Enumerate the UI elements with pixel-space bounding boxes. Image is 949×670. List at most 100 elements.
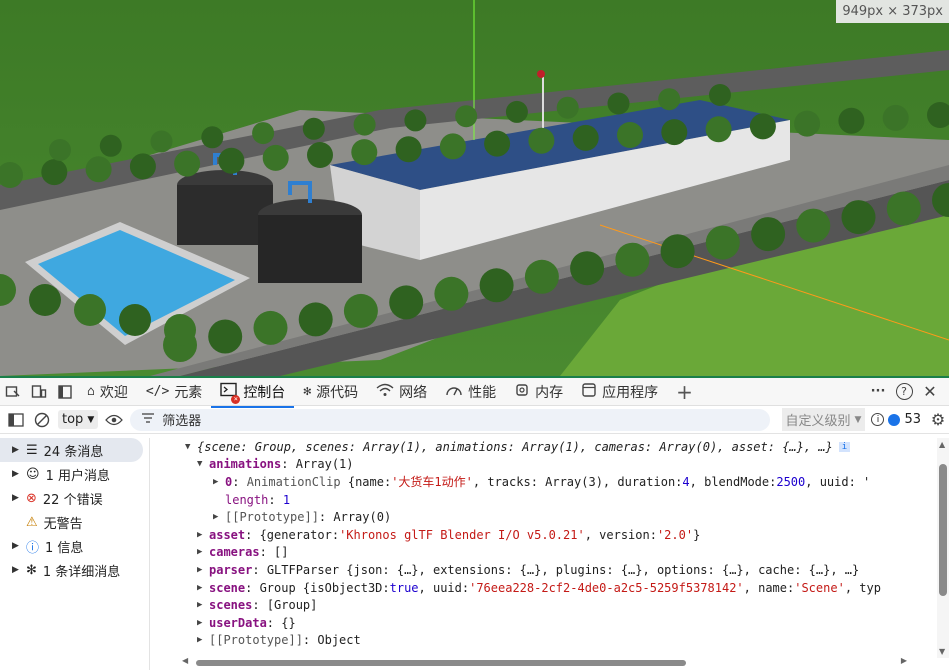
colon: :	[245, 580, 260, 595]
scroll-right-arrow-icon[interactable]: ▶	[901, 656, 907, 665]
tree	[29, 284, 61, 316]
add-tab-button[interactable]: +	[667, 377, 702, 407]
colon: :	[268, 492, 283, 507]
tab-memory[interactable]: 内存	[505, 377, 572, 407]
tab-elements[interactable]: </> 元素	[137, 377, 211, 407]
prop-asset[interactable]: ▶ asset: {generator: 'Khronos glTF Blend…	[151, 526, 937, 544]
tree	[838, 107, 865, 134]
vertical-scrollbar-thumb[interactable]	[939, 464, 947, 596]
help-icon-glyph: ?	[895, 383, 913, 400]
tab-performance[interactable]: 性能	[436, 377, 505, 407]
filter-placeholder: 筛选器	[162, 414, 202, 429]
scroll-left-arrow-icon[interactable]: ◀	[182, 656, 188, 665]
console-settings-gear-icon[interactable]: ⚙	[927, 407, 949, 433]
close-icon[interactable]: ✕	[917, 379, 943, 405]
tree	[882, 104, 909, 131]
list-icon: ☰	[26, 442, 38, 458]
expand-triangle-icon[interactable]: ▶	[213, 477, 225, 487]
scroll-up-arrow-icon[interactable]: ▲	[939, 440, 945, 449]
tab-welcome[interactable]: ⌂ 欢迎	[78, 377, 137, 407]
expand-triangle-icon[interactable]: ▶	[12, 541, 20, 551]
clear-console-icon[interactable]	[32, 407, 52, 433]
tab-sources[interactable]: ✻ 源代码	[294, 377, 367, 407]
colon: :	[266, 615, 282, 630]
tree	[253, 310, 288, 345]
prop-value: [Group]	[266, 598, 318, 613]
prop-key: scenes	[209, 598, 253, 613]
expand-triangle-icon[interactable]: ▶	[12, 445, 20, 455]
collapse-triangle-icon[interactable]: ▼	[197, 459, 209, 469]
log-object-summary[interactable]: ▼ {scene: Group, scenes: Array(1), anima…	[151, 438, 937, 456]
prop-key: userData	[209, 615, 267, 630]
prop-scene[interactable]: ▶ scene: Group {isObject3D: true, uuid: …	[151, 579, 937, 597]
prop-scenes[interactable]: ▶ scenes: [Group]	[151, 596, 937, 614]
tree	[455, 105, 478, 128]
sidebar-item-verbose[interactable]: ▶ ✻ 1 条详细消息	[0, 558, 149, 582]
show-sidebar-icon[interactable]	[6, 407, 26, 433]
3d-viewport[interactable]: 949px × 373px	[0, 0, 949, 376]
duration-number: 4	[682, 474, 690, 489]
sidebar-item-info[interactable]: ▶ ⓘ 1 信息	[0, 534, 149, 558]
prop-userdata[interactable]: ▶ userData: {}	[151, 614, 937, 632]
expand-triangle-icon[interactable]: ▶	[197, 565, 209, 575]
expand-triangle-icon[interactable]: ▶	[213, 512, 225, 522]
scroll-down-arrow-icon[interactable]: ▼	[939, 647, 945, 656]
issues-counter[interactable]: i 53	[871, 412, 921, 427]
prop-animations[interactable]: ▼ animations: Array(1)	[151, 456, 937, 474]
sidebar-item-warnings[interactable]: ⚠ 无警告	[0, 510, 149, 534]
tree	[484, 130, 511, 157]
filter-input[interactable]: 筛选器	[130, 408, 770, 431]
expand-triangle-icon[interactable]: ▶	[197, 618, 209, 628]
console-output[interactable]: ▼ {scene: Group, scenes: Array(1), anima…	[151, 438, 937, 656]
tab-memory-label: 内存	[535, 384, 564, 401]
info-icon: ⓘ	[26, 540, 40, 556]
tree	[174, 150, 201, 177]
prop-length: length: 1	[151, 491, 937, 509]
toggle-sidebar-icon[interactable]	[52, 379, 78, 405]
prop-key: 0	[225, 474, 233, 489]
tree	[794, 110, 821, 137]
expand-triangle-icon[interactable]: ▶	[12, 565, 20, 575]
tree	[129, 153, 156, 180]
expand-triangle-icon[interactable]: ▶	[197, 600, 209, 610]
sidebar-item-all-messages[interactable]: ▶ ☰ 24 条消息	[0, 438, 143, 462]
expand-triangle-icon[interactable]: ▶	[197, 547, 209, 557]
horizontal-scrollbar-thumb[interactable]	[196, 660, 686, 666]
context-selector[interactable]: top ▼	[58, 410, 99, 429]
gauge-icon	[445, 383, 463, 401]
prop-animations-0[interactable]: ▶ 0: AnimationClip {name: '大货车1动作', trac…	[151, 473, 937, 491]
expand-triangle-icon[interactable]: ▶	[12, 469, 20, 479]
tab-network[interactable]: 网络	[367, 377, 436, 407]
expand-triangle-icon[interactable]: ▶	[197, 530, 209, 540]
tree	[660, 234, 695, 269]
sidebar-item-user-messages[interactable]: ▶ ☺ 1 用户消息	[0, 462, 149, 486]
sidebar-item-label: 1 信息	[45, 540, 84, 556]
expand-triangle-icon[interactable]: ▶	[197, 635, 209, 645]
tree	[796, 208, 831, 243]
tab-console[interactable]: × 控制台	[211, 377, 295, 408]
live-expression-eye-icon[interactable]	[104, 407, 124, 433]
user-icon: ☺	[26, 466, 40, 482]
inspect-element-icon[interactable]	[26, 379, 52, 405]
horizontal-scrollbar[interactable]: ◀ ▶	[182, 656, 907, 668]
prop-key: length	[225, 492, 269, 507]
scene-canvas[interactable]	[0, 0, 949, 376]
collapse-triangle-icon[interactable]: ▼	[185, 442, 197, 452]
prop-prototype-array[interactable]: ▶ [[Prototype]]: Array(0)	[151, 508, 937, 526]
help-icon[interactable]: ?	[891, 379, 917, 405]
tab-application[interactable]: 应用程序	[572, 377, 667, 407]
vertical-scrollbar[interactable]: ▲ ▼	[937, 438, 949, 658]
anim-name-string: '大货车1动作'	[391, 475, 473, 490]
expand-triangle-icon[interactable]: ▶	[12, 493, 20, 503]
more-options-icon[interactable]: ···	[865, 379, 891, 405]
prop-cameras[interactable]: ▶ cameras: []	[151, 544, 937, 562]
log-levels-dropdown[interactable]: 自定义级别 ▼	[781, 408, 866, 431]
expand-triangle-icon[interactable]: ▶	[197, 583, 209, 593]
device-emulation-icon[interactable]	[0, 379, 26, 405]
colon: :	[252, 598, 267, 613]
prop-prototype-object[interactable]: ▶ [[Prototype]]: Object	[151, 632, 937, 650]
issues-count: 53	[904, 412, 921, 427]
info-badge-icon[interactable]: i	[838, 441, 851, 452]
prop-parser[interactable]: ▶ parser: GLTFParser {json: {…}, extensi…	[151, 561, 937, 579]
sidebar-item-errors[interactable]: ▶ ⊗ 22 个错误	[0, 486, 149, 510]
